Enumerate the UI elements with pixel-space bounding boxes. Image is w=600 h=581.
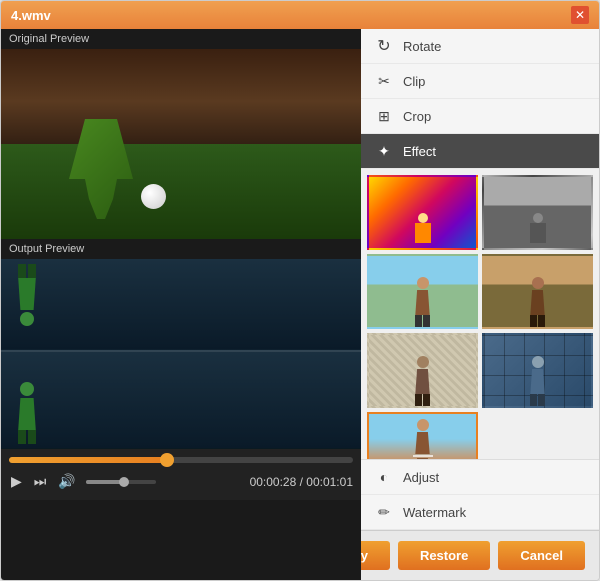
play-button[interactable]: ▶ xyxy=(9,471,24,492)
content-area: Original Preview Output Preview xyxy=(1,29,599,580)
watermark-label: Watermark xyxy=(403,505,466,520)
output-top-half xyxy=(1,259,361,350)
menu-item-rotate[interactable]: ↻ Rotate xyxy=(361,29,599,64)
volume-handle[interactable] xyxy=(119,477,129,487)
output-preview-label: Output Preview xyxy=(1,239,361,259)
rotate-label: Rotate xyxy=(403,39,441,54)
progress-bar[interactable] xyxy=(9,457,353,463)
clip-label: Clip xyxy=(403,74,425,89)
apply-button[interactable]: Apply xyxy=(361,541,390,570)
bottom-bar: Apply Restore Cancel xyxy=(361,530,599,580)
restore-button[interactable]: Restore xyxy=(398,541,490,570)
controls-bar: ▶ ⏭ 🔊 00:00:28 / 00:01:01 xyxy=(1,449,361,500)
mute-icon: 🔊 xyxy=(56,471,77,492)
menu-item-clip[interactable]: ✂ Clip xyxy=(361,64,599,99)
original-video-content xyxy=(1,49,361,239)
crop-label: Crop xyxy=(403,109,431,124)
effect-sepia[interactable] xyxy=(482,254,593,329)
step-button[interactable]: ⏭ xyxy=(32,471,49,492)
left-panel: Original Preview Output Preview xyxy=(1,29,361,580)
menu-item-effect[interactable]: ✦ Effect xyxy=(361,134,599,169)
mirror-line xyxy=(1,350,361,352)
crop-icon: ⊞ xyxy=(375,107,393,125)
effect-bw[interactable] xyxy=(482,175,593,250)
original-preview-label: Original Preview xyxy=(1,29,361,49)
menu-item-adjust[interactable]: ◐ Adjust xyxy=(361,460,599,495)
tools-menu: ↻ Rotate ✂ Clip ⊞ Crop ✦ Effect xyxy=(361,29,599,169)
volume-bar[interactable] xyxy=(86,480,156,484)
soccer-ball xyxy=(141,184,166,209)
effect-grid[interactable] xyxy=(482,333,593,408)
effect-colorful[interactable] xyxy=(367,175,478,250)
clip-icon: ✂ xyxy=(375,72,393,90)
adjust-label: Adjust xyxy=(403,470,439,485)
time-display: 00:00:28 / 00:01:01 xyxy=(250,475,353,489)
output-player-mirror xyxy=(16,264,38,326)
menu-item-watermark[interactable]: ✏ Watermark xyxy=(361,495,599,530)
output-video-content xyxy=(1,259,361,449)
main-window: 4.wmv ✕ Original Preview Output Preview xyxy=(0,0,600,581)
progress-fill xyxy=(9,457,167,463)
effect-mirror-vertical[interactable]: Mirror Vertical xyxy=(367,412,478,459)
output-video-preview xyxy=(1,259,361,449)
adjust-icon: ◐ xyxy=(375,468,393,486)
title-bar: 4.wmv ✕ xyxy=(1,1,599,29)
effects-grid: Mirror Vertical xyxy=(361,169,599,459)
watermark-icon: ✏ xyxy=(375,503,393,521)
controls-row: ▶ ⏭ 🔊 00:00:28 / 00:01:01 xyxy=(9,471,353,492)
effect-linen[interactable] xyxy=(367,333,478,408)
window-title: 4.wmv xyxy=(11,8,51,23)
output-player xyxy=(16,382,38,444)
crowd-background xyxy=(1,49,361,154)
original-video-preview xyxy=(1,49,361,239)
right-panel: ↻ Rotate ✂ Clip ⊞ Crop ✦ Effect xyxy=(361,29,599,580)
rotate-icon: ↻ xyxy=(375,37,393,55)
cancel-button[interactable]: Cancel xyxy=(498,541,585,570)
menu-item-crop[interactable]: ⊞ Crop xyxy=(361,99,599,134)
effect-natural[interactable] xyxy=(367,254,478,329)
effect-label: Effect xyxy=(403,144,436,159)
field-green xyxy=(1,144,361,239)
more-tools: ◐ Adjust ✏ Watermark xyxy=(361,459,599,530)
progress-handle[interactable] xyxy=(160,453,174,467)
close-button[interactable]: ✕ xyxy=(571,6,589,24)
output-bottom-half xyxy=(1,350,361,449)
effect-icon: ✦ xyxy=(375,142,393,160)
